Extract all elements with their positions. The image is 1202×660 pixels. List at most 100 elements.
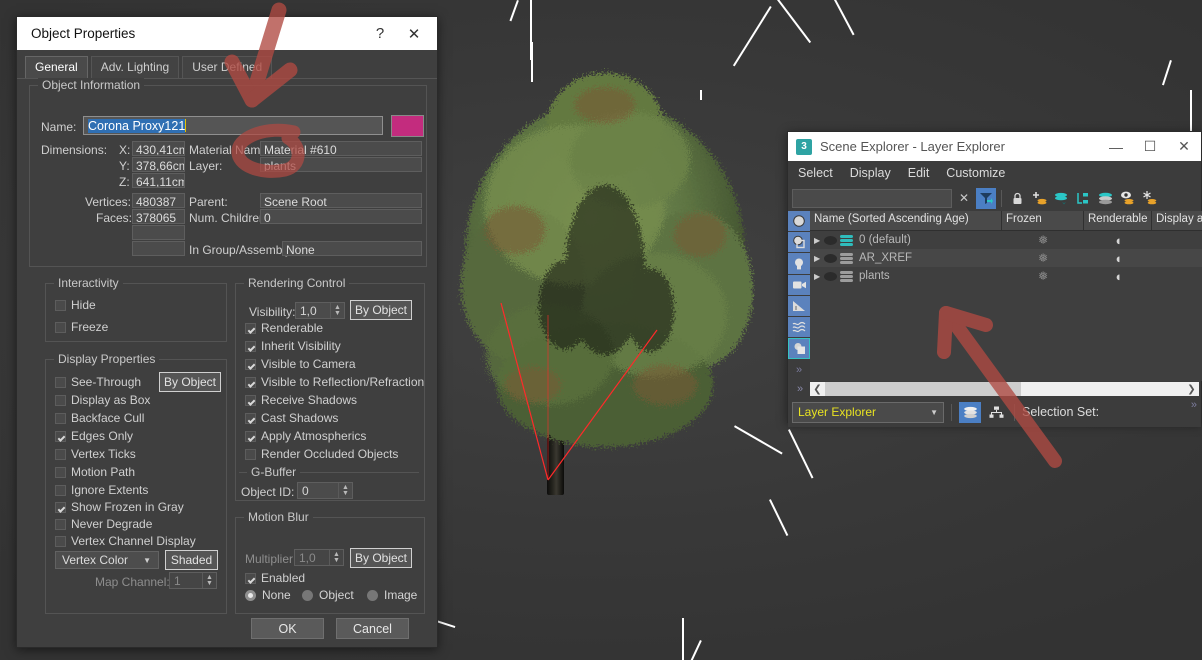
close-button[interactable]: ✕ bbox=[1167, 133, 1201, 161]
table-row[interactable]: ▶ AR_XREF ❅ ◖ bbox=[810, 249, 1202, 267]
visibility-stepper[interactable]: 1,0 ▲▼ bbox=[295, 302, 345, 319]
geometry-filter-icon[interactable] bbox=[788, 211, 810, 231]
checkbox-see-through[interactable]: See-Through bbox=[55, 375, 141, 389]
motionblur-by-object-button[interactable]: By Object bbox=[350, 548, 412, 568]
spacewarps-filter-icon[interactable] bbox=[788, 317, 810, 337]
tab-adv-lighting[interactable]: Adv. Lighting bbox=[91, 56, 180, 78]
spinner-arrows-icon[interactable]: ▲▼ bbox=[338, 483, 352, 498]
checkbox-motion-path[interactable]: Motion Path bbox=[55, 465, 135, 479]
layer-hierarchy-icon[interactable] bbox=[1073, 188, 1093, 209]
maximize-button[interactable]: ☐ bbox=[1133, 133, 1167, 161]
vertex-color-dropdown[interactable]: Vertex Color ▼ bbox=[55, 551, 159, 569]
checkbox-cast-shadows[interactable]: Cast Shadows bbox=[245, 411, 338, 425]
frozen-cell[interactable]: ❅ bbox=[1002, 269, 1084, 283]
ok-button[interactable]: OK bbox=[251, 618, 324, 639]
layer-list[interactable]: Name (Sorted Ascending Age) Frozen Rende… bbox=[810, 211, 1202, 381]
scene-explorer-window[interactable]: 3 Scene Explorer - Layer Explorer — ☐ ✕ … bbox=[787, 131, 1202, 423]
multiplier-stepper[interactable]: 1,0 ▲▼ bbox=[294, 549, 344, 566]
frozen-cell[interactable]: ❅ bbox=[1002, 251, 1084, 265]
scrollbar-thumb[interactable] bbox=[825, 382, 1021, 396]
layers-icon[interactable] bbox=[1095, 188, 1115, 209]
shapes-filter-icon[interactable] bbox=[788, 232, 810, 252]
table-row[interactable]: ▶ 0 (default) ❅ ◖ bbox=[810, 231, 1202, 249]
radio-motionblur-image[interactable]: Image bbox=[367, 588, 417, 602]
map-channel-stepper[interactable]: 1 ▲▼ bbox=[169, 572, 217, 589]
scene-explorer-menubar[interactable]: Select Display Edit Customize bbox=[788, 161, 1201, 185]
object-properties-tabs[interactable]: General Adv. Lighting User Defined bbox=[17, 50, 437, 79]
hierarchy-icon[interactable] bbox=[985, 402, 1007, 423]
column-display-as[interactable]: Display as I bbox=[1152, 211, 1202, 230]
lights-filter-icon[interactable] bbox=[788, 253, 810, 273]
tab-general[interactable]: General bbox=[25, 56, 88, 78]
scene-explorer-statusbar[interactable]: Layer Explorer ▼ Selection Set: » bbox=[788, 397, 1201, 427]
table-row[interactable]: ▶ plants ❅ ◖ bbox=[810, 267, 1202, 285]
cameras-filter-icon[interactable] bbox=[788, 275, 810, 295]
menu-edit[interactable]: Edit bbox=[908, 166, 930, 180]
expand-arrow-icon[interactable]: ▶ bbox=[814, 254, 824, 263]
object-id-stepper[interactable]: 0 ▲▼ bbox=[297, 482, 353, 499]
object-color-swatch[interactable] bbox=[391, 115, 424, 137]
checkbox-inherit-visibility[interactable]: Inherit Visibility bbox=[245, 339, 341, 353]
cancel-button[interactable]: Cancel bbox=[336, 618, 409, 639]
explorer-mode-dropdown[interactable]: Layer Explorer ▼ bbox=[792, 402, 944, 423]
checkbox-hide[interactable]: Hide bbox=[55, 298, 96, 312]
helpers-filter-icon[interactable] bbox=[788, 296, 810, 316]
freeze-layer-icon[interactable] bbox=[1139, 188, 1159, 209]
object-properties-titlebar[interactable]: Object Properties ? ✕ bbox=[17, 17, 437, 50]
tree-proxy-geometry[interactable] bbox=[455, 55, 755, 515]
scroll-left-button[interactable]: ❮ bbox=[810, 384, 825, 395]
checkbox-visible-to-camera[interactable]: Visible to Camera bbox=[245, 357, 356, 371]
close-button[interactable]: ✕ bbox=[397, 19, 431, 49]
tab-user-defined[interactable]: User Defined bbox=[182, 56, 272, 78]
spinner-arrows-icon[interactable]: ▲▼ bbox=[202, 573, 216, 588]
object-properties-dialog[interactable]: Object Properties ? ✕ General Adv. Light… bbox=[16, 16, 438, 648]
checkbox-receive-shadows[interactable]: Receive Shadows bbox=[245, 393, 357, 407]
column-renderable[interactable]: Renderable bbox=[1084, 211, 1152, 230]
name-input[interactable]: Corona Proxy121 bbox=[83, 116, 383, 135]
lock-icon[interactable] bbox=[1007, 188, 1027, 209]
expand-filters-button[interactable]: » bbox=[788, 360, 810, 380]
expand-arrow-icon[interactable]: ▶ bbox=[814, 236, 824, 245]
renderable-cell[interactable]: ◖ bbox=[1084, 251, 1152, 266]
filter-sidebar[interactable]: » bbox=[788, 211, 810, 381]
checkbox-motionblur-enabled[interactable]: Enabled bbox=[245, 571, 305, 585]
checkbox-backface-cull[interactable]: Backface Cull bbox=[55, 411, 144, 425]
expand-arrow-icon[interactable]: ▶ bbox=[814, 272, 824, 281]
radio-motionblur-none[interactable]: None bbox=[245, 588, 291, 602]
checkbox-apply-atmospherics[interactable]: Apply Atmospherics bbox=[245, 429, 366, 443]
checkbox-vertex-ticks[interactable]: Vertex Ticks bbox=[55, 447, 136, 461]
menu-select[interactable]: Select bbox=[798, 166, 833, 180]
checkbox-edges-only[interactable]: Edges Only bbox=[55, 429, 133, 443]
spinner-arrows-icon[interactable]: ▲▼ bbox=[330, 303, 344, 318]
scene-explorer-titlebar[interactable]: 3 Scene Explorer - Layer Explorer — ☐ ✕ bbox=[788, 132, 1201, 161]
display-by-object-button[interactable]: By Object bbox=[159, 372, 221, 392]
checkbox-renderable[interactable]: Renderable bbox=[245, 321, 323, 335]
scroll-right-button[interactable]: ❯ bbox=[1184, 384, 1199, 395]
xref-filter-icon[interactable] bbox=[788, 338, 810, 358]
search-input[interactable] bbox=[792, 189, 952, 208]
minimize-button[interactable]: — bbox=[1099, 133, 1133, 161]
help-button[interactable]: ? bbox=[363, 19, 397, 49]
add-layer-icon[interactable] bbox=[1029, 188, 1049, 209]
menu-customize[interactable]: Customize bbox=[946, 166, 1005, 180]
checkbox-show-frozen-in-gray[interactable]: Show Frozen in Gray bbox=[55, 500, 184, 514]
scroll-expand-icon[interactable]: » bbox=[790, 383, 810, 395]
visibility-layer-icon[interactable] bbox=[1117, 188, 1137, 209]
select-layer-icon[interactable] bbox=[1051, 188, 1071, 209]
checkbox-vertex-channel-display[interactable]: Vertex Channel Display bbox=[55, 534, 196, 548]
render-by-object-button[interactable]: By Object bbox=[350, 300, 412, 320]
layers-icon[interactable] bbox=[959, 402, 981, 423]
frozen-cell[interactable]: ❅ bbox=[1002, 233, 1084, 247]
filter-icon[interactable] bbox=[976, 188, 996, 209]
checkbox-visible-to-reflection-refraction[interactable]: Visible to Reflection/Refraction bbox=[245, 375, 424, 389]
column-frozen[interactable]: Frozen bbox=[1002, 211, 1084, 230]
menu-display[interactable]: Display bbox=[850, 166, 891, 180]
checkbox-display-as-box[interactable]: Display as Box bbox=[55, 393, 150, 407]
shaded-button[interactable]: Shaded bbox=[165, 550, 218, 570]
radio-motionblur-object[interactable]: Object bbox=[302, 588, 354, 602]
horizontal-scrollbar[interactable]: » ❮ ❯ bbox=[788, 381, 1201, 397]
scrollbar-track[interactable]: ❮ ❯ bbox=[810, 382, 1199, 396]
checkbox-ignore-extents[interactable]: Ignore Extents bbox=[55, 483, 148, 497]
scene-explorer-toolbar[interactable]: ✕ bbox=[788, 185, 1201, 211]
spinner-arrows-icon[interactable]: ▲▼ bbox=[329, 550, 343, 565]
